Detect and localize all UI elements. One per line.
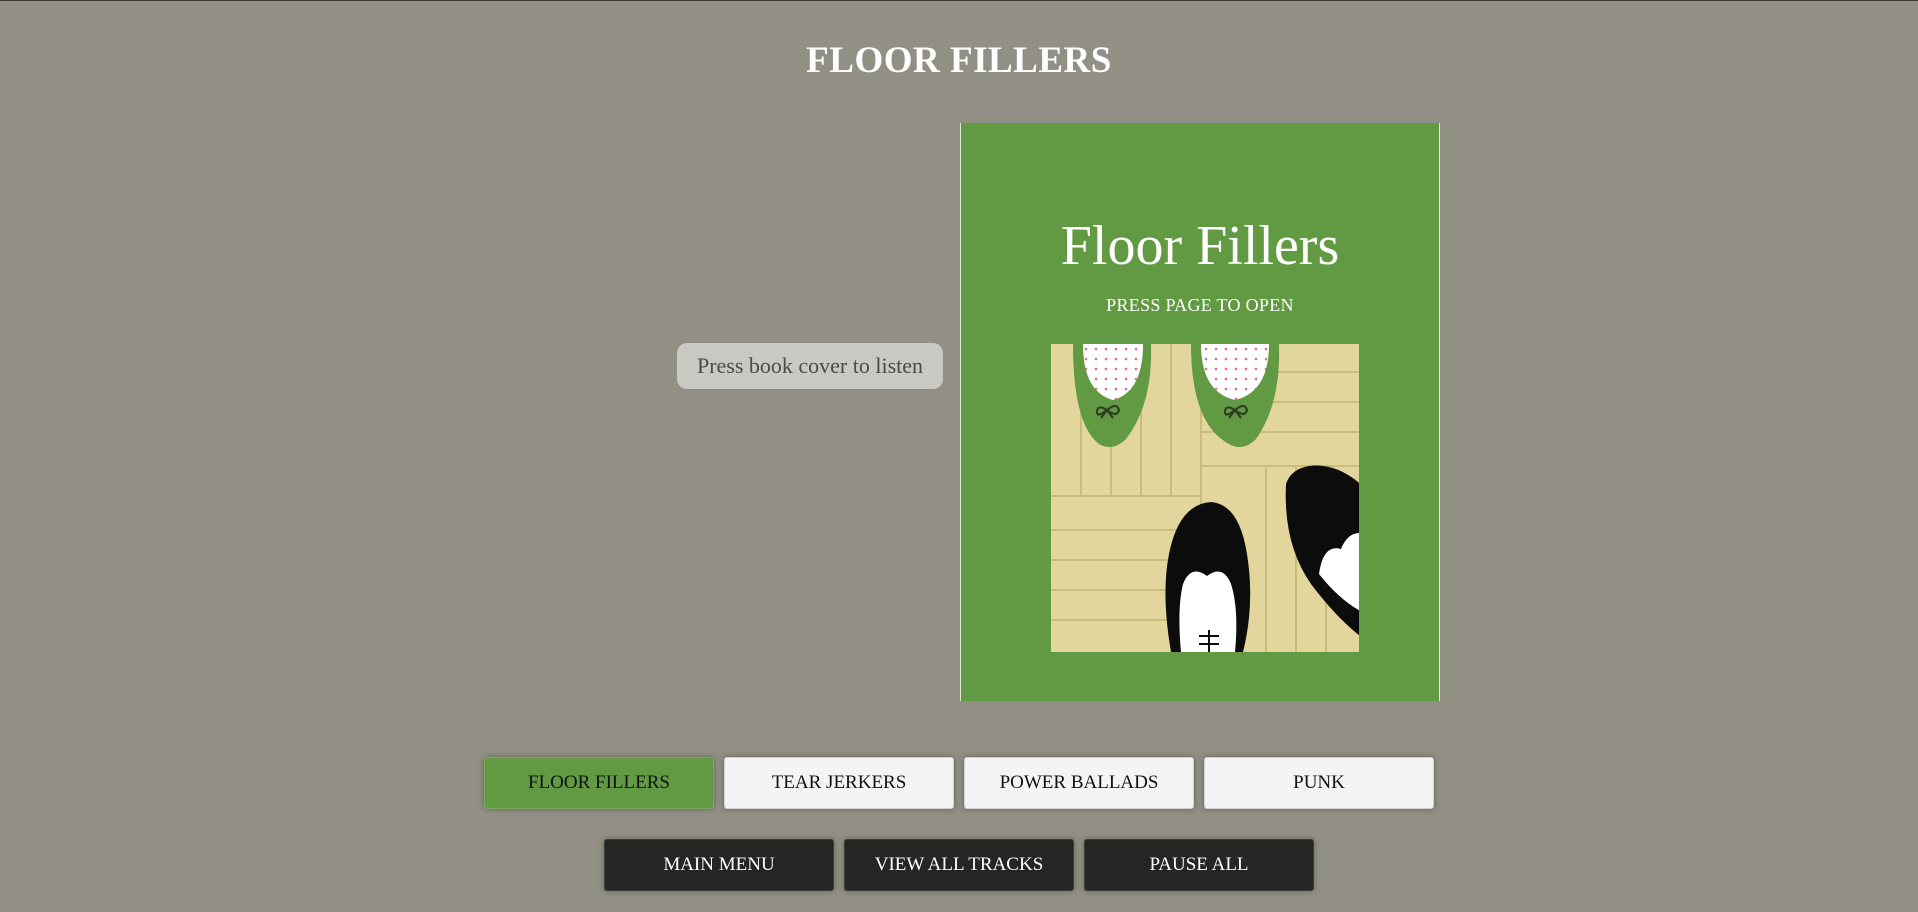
category-tear-jerkers-button[interactable]: TEAR JERKERS bbox=[724, 757, 954, 809]
main-menu-button[interactable]: MAIN MENU bbox=[604, 839, 834, 891]
page-title: FLOOR FILLERS bbox=[806, 40, 1112, 81]
book-title: Floor Fillers bbox=[1060, 215, 1340, 277]
category-power-ballads-button[interactable]: POWER BALLADS bbox=[964, 757, 1194, 809]
pause-all-button[interactable]: PAUSE ALL bbox=[1084, 839, 1314, 891]
book-subtitle: PRESS PAGE TO OPEN bbox=[1106, 295, 1294, 315]
category-floor-fillers-button[interactable]: FLOOR FILLERS bbox=[484, 757, 714, 809]
category-punk-button[interactable]: PUNK bbox=[1204, 757, 1434, 809]
dancing-shoes-illustration bbox=[1051, 344, 1359, 652]
view-all-tracks-button[interactable]: VIEW ALL TRACKS bbox=[844, 839, 1074, 891]
page: FLOOR FILLERS Press book cover to listen… bbox=[0, 0, 1918, 912]
category-buttons: FLOOR FILLERS TEAR JERKERS POWER BALLADS… bbox=[0, 757, 1918, 809]
navigation-buttons: MAIN MENU VIEW ALL TRACKS PAUSE ALL bbox=[0, 839, 1918, 891]
book-cover[interactable]: Floor Fillers PRESS PAGE TO OPEN bbox=[960, 123, 1440, 701]
listen-hint-tooltip: Press book cover to listen bbox=[677, 343, 943, 389]
